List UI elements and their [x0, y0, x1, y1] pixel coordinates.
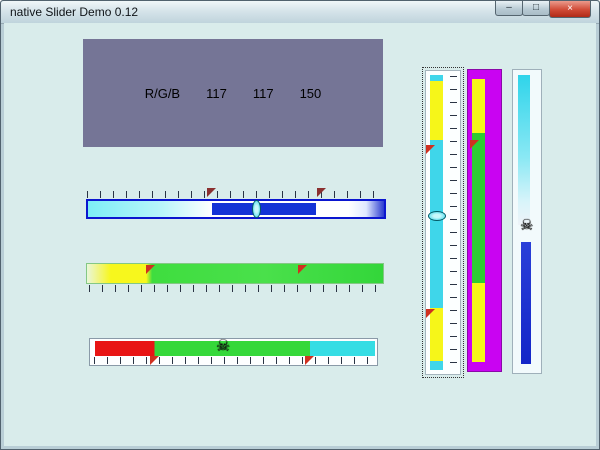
ruler-ticks	[89, 285, 381, 292]
window-controls: – □ ×	[495, 1, 591, 18]
app-window: native Slider Demo 0.12 – □ × R/G/B 117 …	[0, 0, 600, 450]
marker-arrow-icon	[146, 265, 155, 274]
skull-thumb-icon[interactable]: ☠	[520, 218, 533, 233]
maximize-button[interactable]: □	[522, 1, 550, 16]
marker-arrow-icon	[150, 356, 159, 365]
marker-arrow-icon	[298, 265, 307, 274]
maximize-icon: □	[532, 2, 540, 13]
close-button[interactable]: ×	[549, 1, 591, 18]
slider-track[interactable]	[86, 263, 384, 284]
title-bar[interactable]: native Slider Demo 0.12 – □ ×	[1, 1, 599, 24]
rgb-value-blue: 150	[299, 85, 322, 101]
marker-arrow-icon	[305, 356, 314, 365]
slider-track[interactable]	[518, 75, 530, 225]
ruler-ticks	[450, 76, 457, 369]
slider-horizontal-green[interactable]	[86, 263, 384, 293]
ruler-ticks	[94, 357, 373, 364]
slider-vertical-magenta[interactable]	[467, 69, 502, 372]
oval-thumb[interactable]	[252, 200, 261, 218]
window-title: native Slider Demo 0.12	[10, 5, 139, 19]
marker-arrow-icon	[426, 309, 435, 318]
ruler-ticks	[87, 191, 385, 198]
client-area: R/G/B 117 117 150 ☠ ☠	[4, 23, 596, 446]
slider-track[interactable]	[430, 75, 443, 370]
slider-vertical-cyan[interactable]	[422, 67, 464, 378]
rgb-color-panel: R/G/B 117 117 150	[83, 39, 383, 147]
close-icon: ×	[567, 3, 573, 14]
rgb-value-red: 117	[206, 85, 227, 101]
marker-arrow-icon	[317, 188, 326, 197]
marker-arrow-icon	[207, 188, 216, 197]
skull-thumb-icon[interactable]: ☠	[216, 339, 230, 355]
slider-body	[425, 70, 461, 375]
rgb-value-green: 117	[252, 85, 274, 101]
slider-horizontal-rgb[interactable]: ☠	[89, 338, 378, 366]
marker-arrow-icon	[470, 140, 479, 149]
minimize-icon: –	[506, 2, 512, 13]
rgb-label: R/G/B	[144, 85, 181, 101]
selection-bar	[521, 242, 531, 364]
slider-horizontal-blue[interactable]	[86, 186, 386, 220]
slider-vertical-blue[interactable]: ☠	[512, 69, 542, 374]
minimize-button[interactable]: –	[495, 1, 523, 16]
selection-bar	[212, 203, 316, 215]
oval-thumb[interactable]	[428, 211, 446, 221]
marker-arrow-icon	[426, 145, 435, 154]
slider-track[interactable]	[472, 79, 485, 362]
slider-track[interactable]	[92, 341, 375, 356]
